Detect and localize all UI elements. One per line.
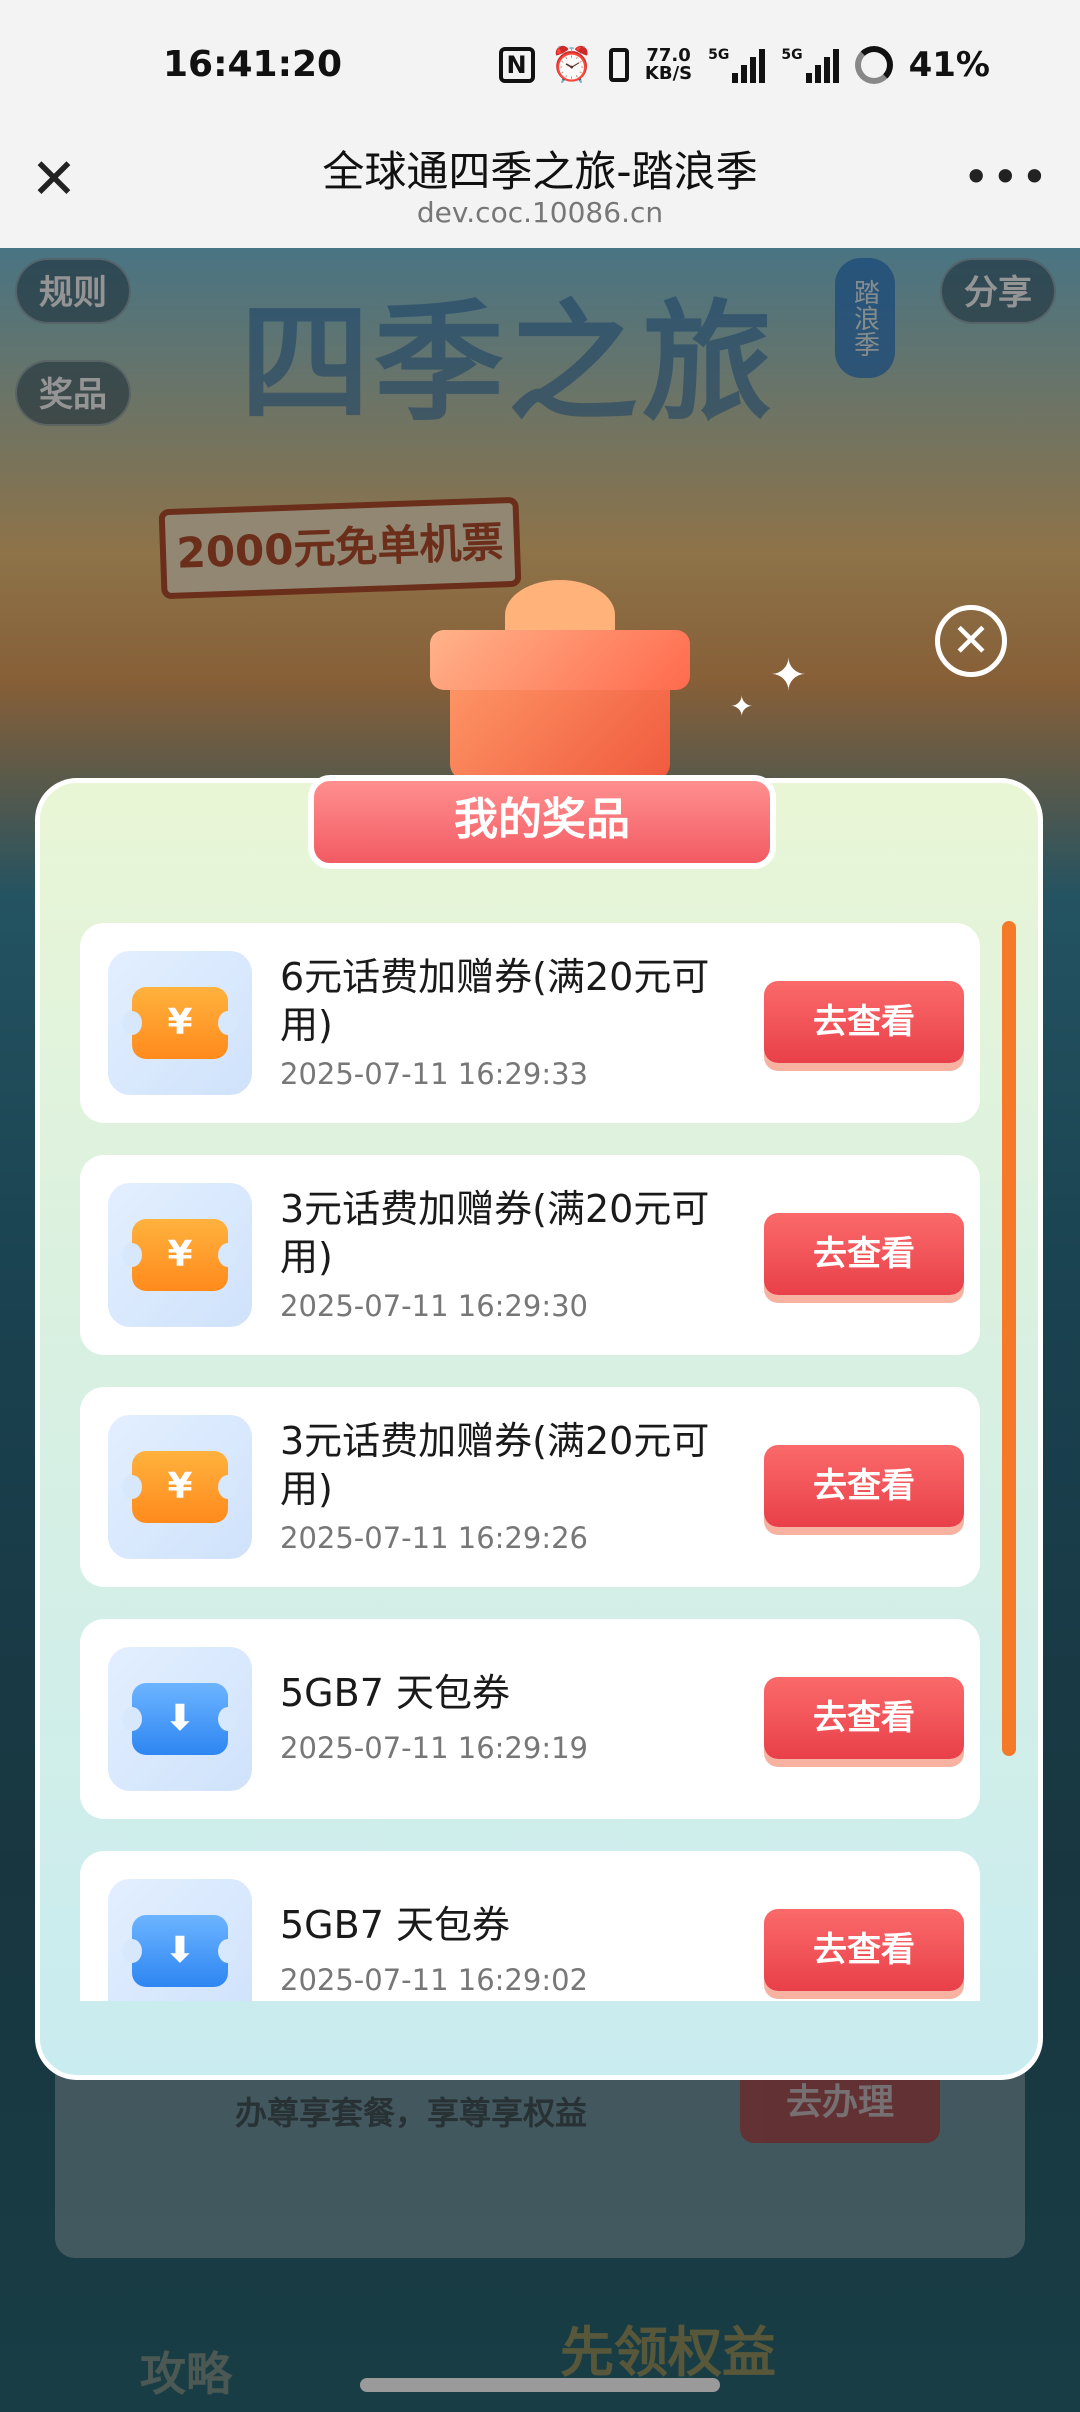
prize-item: ¥ 3元话费加赠券(满20元可用) 2025-07-11 16:29:30 去查… xyxy=(80,1155,980,1355)
prize-name: 5GB7 天包券 xyxy=(280,1671,510,1715)
my-prizes-modal: 我的奖品 ¥ 6元话费加赠券(满20元可用) 2025-07-11 16:29:… xyxy=(35,775,1043,2080)
prize-date: 2025-07-11 16:29:19 xyxy=(280,1731,588,1765)
network-speed-unit: KB/S xyxy=(644,63,693,84)
yuan-coupon-icon: ¥ xyxy=(108,951,252,1095)
gift-box-icon xyxy=(410,580,710,780)
vibrate-icon xyxy=(608,48,629,82)
network-type-1: 5G xyxy=(708,47,730,63)
modal-close-icon[interactable]: ✕ xyxy=(935,605,1007,677)
battery-percent: 41% xyxy=(908,45,990,85)
prize-date: 2025-07-11 16:29:02 xyxy=(280,1963,588,1997)
sparkle-icon: ✦ xyxy=(770,650,807,701)
signal-icon: 5G xyxy=(708,47,766,83)
sparkle-icon-small: ✦ xyxy=(730,690,754,723)
view-prize-button[interactable]: 去查看 xyxy=(764,1445,964,1527)
alarm-icon: ⏰ xyxy=(550,45,593,85)
prize-item: ⬇ 5GB7 天包券 2025-07-11 16:29:19 去查看 xyxy=(80,1619,980,1819)
prize-item: ¥ 3元话费加赠券(满20元可用) 2025-07-11 16:29:26 去查… xyxy=(80,1387,980,1587)
prize-name: 3元话费加赠券(满20元可用) xyxy=(280,1187,710,1279)
prize-item: ¥ 6元话费加赠券(满20元可用) 2025-07-11 16:29:33 去查… xyxy=(80,923,980,1123)
nfc-icon: N xyxy=(498,47,535,83)
yuan-coupon-icon: ¥ xyxy=(108,1183,252,1327)
network-type-2: 5G xyxy=(781,47,803,63)
prize-name: 5GB7 天包券 xyxy=(280,1903,510,1947)
status-icons: N ⏰ 77.0 KB/S 5G 5G 41% xyxy=(498,40,990,90)
page-title: 全球通四季之旅-踏浪季 xyxy=(322,147,758,196)
network-speed: 77.0 KB/S xyxy=(645,47,692,83)
home-indicator[interactable] xyxy=(360,2378,720,2392)
prize-name: 3元话费加赠券(满20元可用) xyxy=(280,1419,710,1511)
data-coupon-icon: ⬇ xyxy=(108,1647,252,1791)
view-prize-button[interactable]: 去查看 xyxy=(764,1213,964,1295)
clock: 16:41:20 xyxy=(163,44,343,85)
prize-item: ⬇ 5GB7 天包券 2025-07-11 16:29:02 去查看 xyxy=(80,1851,980,2001)
prize-list[interactable]: ¥ 6元话费加赠券(满20元可用) 2025-07-11 16:29:33 去查… xyxy=(80,923,980,2001)
prize-date: 2025-07-11 16:29:33 xyxy=(280,1057,588,1091)
modal-title: 我的奖品 xyxy=(308,775,776,869)
battery-icon xyxy=(854,46,893,84)
yuan-coupon-icon: ¥ xyxy=(108,1415,252,1559)
data-coupon-icon: ⬇ xyxy=(108,1879,252,2001)
prize-date: 2025-07-11 16:29:26 xyxy=(280,1521,588,1555)
view-prize-button[interactable]: 去查看 xyxy=(764,981,964,1063)
more-menu-icon[interactable]: ••• xyxy=(963,150,1050,204)
view-prize-button[interactable]: 去查看 xyxy=(764,1909,964,1991)
status-bar: 16:41:20 N ⏰ 77.0 KB/S 5G 5G 41% xyxy=(0,0,1080,130)
browser-nav-bar: ✕ 全球通四季之旅-踏浪季 dev.coc.10086.cn ••• xyxy=(0,130,1080,248)
view-prize-button[interactable]: 去查看 xyxy=(764,1677,964,1759)
signal-icon-2: 5G xyxy=(781,47,839,83)
prize-date: 2025-07-11 16:29:30 xyxy=(280,1289,588,1323)
scrollbar-thumb[interactable] xyxy=(1002,921,1016,1756)
prize-list-scrollbar[interactable] xyxy=(1002,921,1016,1999)
prize-name: 6元话费加赠券(满20元可用) xyxy=(280,955,710,1047)
page-url: dev.coc.10086.cn xyxy=(416,196,664,229)
